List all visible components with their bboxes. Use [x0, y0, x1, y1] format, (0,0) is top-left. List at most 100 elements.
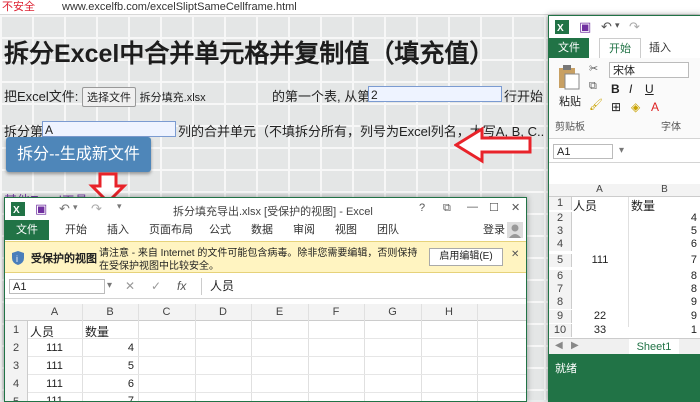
row-number[interactable]: 9: [549, 310, 572, 323]
undo-icon[interactable]: ↶: [59, 201, 70, 217]
border-icon[interactable]: ⊞: [611, 100, 621, 114]
close-bar-icon[interactable]: ✕: [511, 249, 519, 260]
cell-b2[interactable]: 4: [631, 212, 697, 224]
name-box[interactable]: A1: [553, 144, 613, 159]
cell-a10[interactable]: 33: [575, 324, 625, 336]
underline-icon[interactable]: U: [645, 82, 654, 96]
url-text[interactable]: www.excelfb.com/excelSliptSameCellframe.…: [62, 0, 297, 14]
save-icon[interactable]: ▣: [579, 19, 591, 35]
address-bar[interactable]: 不安全 www.excelfb.com/excelSliptSameCellfr…: [0, 0, 700, 15]
row-number[interactable]: 2: [549, 212, 572, 225]
cell-b4[interactable]: 6: [82, 378, 134, 390]
start-row-input[interactable]: 2: [368, 86, 502, 102]
copy-icon[interactable]: ⧉: [589, 80, 597, 93]
sheet-prev-icon[interactable]: ◀: [555, 340, 563, 351]
cell-b6[interactable]: 8: [631, 270, 697, 282]
excel-export-window[interactable]: X ▣ ↶ ▾ ↷ ▾ 拆分填充导出.xlsx [受保护的视图] - Excel…: [4, 197, 527, 402]
close-icon[interactable]: ✕: [511, 201, 520, 214]
save-icon[interactable]: ▣: [35, 201, 47, 217]
tab-file[interactable]: 文件: [5, 220, 49, 240]
insert-function-icon[interactable]: fx: [177, 279, 186, 293]
cell-a5[interactable]: 111: [27, 395, 82, 401]
row-number[interactable]: 7: [549, 283, 572, 296]
tab-home[interactable]: 开始: [65, 220, 87, 240]
tab-review[interactable]: 审阅: [293, 220, 315, 240]
column-header-b[interactable]: B: [82, 304, 138, 321]
column-header-a[interactable]: A: [27, 304, 82, 321]
row-number[interactable]: 4: [549, 238, 572, 251]
tab-home[interactable]: 开始: [599, 38, 641, 58]
font-color-icon[interactable]: A: [651, 100, 659, 114]
cell-b7[interactable]: 8: [631, 283, 697, 295]
cell-a9[interactable]: 22: [575, 310, 625, 322]
formula-input[interactable]: 人员: [201, 278, 523, 295]
font-name-box[interactable]: 宋体: [609, 62, 689, 78]
cell-a5[interactable]: 111: [575, 254, 625, 266]
column-header-f[interactable]: F: [308, 304, 364, 321]
tab-team[interactable]: 团队: [377, 220, 399, 240]
row-number[interactable]: 5: [5, 393, 28, 401]
paste-icon[interactable]: [557, 64, 581, 90]
generate-button[interactable]: 拆分--生成新文件: [6, 137, 151, 172]
column-header-d[interactable]: D: [195, 304, 251, 321]
name-box-dropdown-icon[interactable]: ▾: [107, 280, 112, 291]
cell-b1[interactable]: 数量: [85, 323, 109, 340]
tab-insert[interactable]: 插入: [649, 38, 671, 58]
cell-b5[interactable]: 7: [631, 254, 697, 266]
ribbon-display-icon[interactable]: ⧉: [443, 202, 451, 215]
select-all-corner[interactable]: [5, 304, 27, 321]
tab-view[interactable]: 视图: [335, 220, 357, 240]
fill-color-icon[interactable]: ◈: [631, 100, 640, 114]
sign-in-link[interactable]: 登录: [483, 220, 505, 240]
excel-original-window[interactable]: X ▣ ↶ ▾ ↷ 文件 开始 插入 粘贴 ✂ ⧉ 🖌 剪贴板 宋体 B I U…: [548, 15, 700, 402]
cell-a1[interactable]: 人员: [573, 197, 597, 214]
quick-access-dropdown-icon[interactable]: ▾: [117, 201, 122, 212]
row-number[interactable]: 8: [549, 296, 572, 309]
row-number[interactable]: 4: [5, 375, 28, 393]
tab-formulas[interactable]: 公式: [209, 220, 231, 240]
cancel-formula-icon[interactable]: ✕: [125, 279, 135, 293]
row-number[interactable]: 1: [5, 321, 28, 339]
cell-b10[interactable]: 1: [631, 324, 697, 336]
maximize-icon[interactable]: ☐: [489, 201, 499, 214]
choose-file-button[interactable]: 选择文件: [82, 87, 137, 107]
column-header-a[interactable]: A: [571, 184, 628, 197]
bold-icon[interactable]: B: [611, 82, 620, 96]
name-box[interactable]: A1: [9, 279, 105, 294]
column-header-h[interactable]: H: [421, 304, 477, 321]
tab-data[interactable]: 数据: [251, 220, 273, 240]
row-number[interactable]: 3: [549, 225, 572, 238]
sheet-next-icon[interactable]: ▶: [571, 340, 579, 351]
italic-icon[interactable]: I: [629, 82, 632, 96]
cell-a3[interactable]: 111: [27, 360, 82, 372]
cell-b4[interactable]: 6: [631, 238, 697, 250]
cell-b2[interactable]: 4: [82, 342, 134, 354]
row-number[interactable]: 6: [549, 270, 572, 283]
column-header-c[interactable]: C: [138, 304, 195, 321]
cell-b3[interactable]: 5: [82, 360, 134, 372]
help-icon[interactable]: ?: [419, 202, 425, 214]
cell-b9[interactable]: 9: [631, 310, 697, 322]
undo-dropdown-icon[interactable]: ▾: [615, 20, 620, 31]
confirm-formula-icon[interactable]: ✓: [151, 279, 161, 293]
column-header-b[interactable]: B: [628, 184, 700, 197]
tab-page-layout[interactable]: 页面布局: [149, 220, 193, 240]
enable-editing-button[interactable]: 启用编辑(E): [429, 248, 503, 266]
row-number[interactable]: 2: [5, 339, 28, 357]
tab-file[interactable]: 文件: [549, 38, 589, 58]
cell-a4[interactable]: 111: [27, 378, 82, 390]
row-number[interactable]: 3: [5, 357, 28, 375]
user-avatar-icon[interactable]: [507, 222, 523, 238]
redo-icon[interactable]: ↷: [91, 201, 102, 217]
column-input[interactable]: A: [42, 121, 176, 137]
undo-icon[interactable]: ↶: [601, 19, 612, 35]
column-header-e[interactable]: E: [251, 304, 308, 321]
tab-insert[interactable]: 插入: [107, 220, 129, 240]
security-warning[interactable]: 不安全: [2, 0, 35, 14]
redo-icon[interactable]: ↷: [629, 19, 640, 35]
paste-label[interactable]: 粘贴: [559, 93, 581, 109]
select-all-corner[interactable]: [549, 184, 571, 197]
cell-a2[interactable]: 111: [27, 342, 82, 354]
cell-b5[interactable]: 7: [82, 395, 134, 401]
format-painter-icon[interactable]: 🖌: [589, 98, 603, 111]
